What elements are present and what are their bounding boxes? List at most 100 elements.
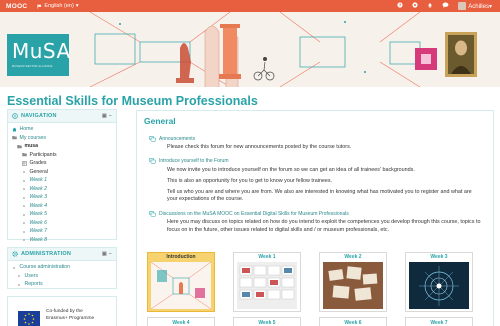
nav-item[interactable]: Week 1 xyxy=(12,176,112,185)
dock-icon[interactable]: ▣ xyxy=(102,251,107,257)
forum-link-discussions[interactable]: Discussions on the MuSA MOOC on Essentia… xyxy=(149,211,349,217)
tile-week-3-image xyxy=(409,262,469,309)
navigation-block-header: NAVIGATION ▣ − xyxy=(8,110,116,123)
nav-item[interactable]: My courses xyxy=(12,134,112,143)
tile-week-3[interactable]: Week 3 xyxy=(405,252,473,312)
forum-title-text: Introduce yourself to the Forum xyxy=(159,158,229,164)
banner-illustration xyxy=(0,12,500,87)
nav-item[interactable]: Home xyxy=(12,125,112,134)
flag-icon xyxy=(37,4,42,8)
folder-icon xyxy=(17,144,22,149)
nav-item[interactable]: Week 3 xyxy=(12,193,112,202)
tile-week-6[interactable]: Week 6 xyxy=(319,317,387,326)
home-icon xyxy=(12,127,17,132)
nav-item[interactable]: Week 8 xyxy=(12,236,112,245)
admin-item[interactable]: Course administration xyxy=(12,263,112,272)
user-menu[interactable]: Achilles ▾ xyxy=(458,2,492,10)
nav-item[interactable]: Week 6 xyxy=(12,219,112,228)
nav-label: My courses xyxy=(19,134,47,141)
eu-flag-icon xyxy=(18,311,40,326)
administration-title: ADMINISTRATION xyxy=(21,251,72,257)
funding-line-1: Co-funded by the xyxy=(46,309,83,314)
nav-label: Week 2 xyxy=(29,185,48,192)
help-icon[interactable]: ? xyxy=(397,2,403,10)
nav-item[interactable]: General xyxy=(12,168,112,177)
bullet-icon xyxy=(22,203,27,208)
chat-icon[interactable] xyxy=(442,2,449,10)
nav-item[interactable]: Grades xyxy=(12,159,112,168)
folder-icon xyxy=(12,135,17,140)
tile-week-1-image xyxy=(237,262,297,309)
nav-label: Week 6 xyxy=(29,219,48,226)
nav-item[interactable]: musa xyxy=(12,142,112,151)
forum-paragraph: We now invite you to introduce yourself … xyxy=(167,167,415,173)
bullet-icon xyxy=(22,186,27,191)
forum-link-announcements[interactable]: Announcements xyxy=(149,136,195,142)
logo-text: MuSA xyxy=(12,39,71,63)
navigation-tree: Home My courses musa Participants Grades Gene… xyxy=(8,123,116,248)
site-brand[interactable]: MOOC xyxy=(0,3,27,10)
tile-label: Week 3 xyxy=(430,254,448,260)
forum-title-text: Announcements xyxy=(159,136,196,142)
forum-icon xyxy=(149,136,156,142)
admin-label: Reports xyxy=(24,281,43,287)
folder-icon xyxy=(22,152,27,157)
nav-item[interactable]: Participants xyxy=(12,151,112,160)
course-content: General Announcements Please check this … xyxy=(136,110,494,326)
tile-week-2[interactable]: Week 2 xyxy=(319,252,387,312)
nav-label: General xyxy=(29,168,48,175)
nav-label: Participants xyxy=(29,151,57,158)
top-navbar: MOOC English (en) ▾ ? Achilles ▾ xyxy=(0,0,500,12)
bullet-icon xyxy=(22,169,27,174)
caret-down-icon: ▾ xyxy=(75,3,79,9)
navigation-title: NAVIGATION xyxy=(21,113,57,119)
user-name: Achilles xyxy=(468,3,489,10)
language-menu[interactable]: English (en) ▾ xyxy=(37,3,79,9)
bullet-icon xyxy=(22,212,27,217)
administration-tree: Course administration Users Reports xyxy=(8,261,116,293)
admin-item[interactable]: Users xyxy=(12,272,112,281)
tile-label: Week 5 xyxy=(258,320,276,326)
collapse-icon[interactable]: − xyxy=(109,113,112,119)
tile-introduction[interactable]: Introduction xyxy=(147,252,215,312)
nav-label: Week 7 xyxy=(29,228,48,234)
musa-logo[interactable]: MuSA MUSEUM SECTOR ALLIANCE xyxy=(7,34,71,76)
tile-label: Week 4 xyxy=(172,320,190,326)
bullet-icon xyxy=(22,195,27,200)
forum-description: Please check this forum for new announce… xyxy=(167,144,483,152)
tile-label: Week 2 xyxy=(344,254,362,260)
nav-item[interactable]: Week 5 xyxy=(12,210,112,219)
funding-line-2: Erasmus+ Programme xyxy=(46,316,95,321)
nav-item[interactable]: Week 2 xyxy=(12,185,112,194)
forum-title-text: Discussions on the MuSA MOOC on Essentia… xyxy=(159,211,349,217)
forum-paragraph: Tell us who you are and where you are fr… xyxy=(167,188,472,203)
dock-icon[interactable]: ▣ xyxy=(102,113,107,119)
site-banner: MuSA MUSEUM SECTOR ALLIANCE xyxy=(0,12,500,87)
nav-item[interactable]: Week 4 xyxy=(12,202,112,211)
tile-week-2-image xyxy=(323,262,383,309)
forum-paragraph: This is also an opportunity for you to g… xyxy=(167,177,333,184)
nav-label: Home xyxy=(19,126,34,132)
tile-week-7[interactable]: Week 7 xyxy=(405,317,473,326)
tile-week-1[interactable]: Week 1 xyxy=(233,252,301,312)
grades-icon xyxy=(22,161,27,166)
avatar xyxy=(458,2,467,10)
bullet-icon xyxy=(17,282,22,287)
tile-week-4[interactable]: Week 4 xyxy=(147,317,215,326)
tile-week-5[interactable]: Week 5 xyxy=(233,317,301,326)
language-label: English (en) xyxy=(44,3,74,9)
nav-item[interactable]: Week 7 xyxy=(12,227,112,236)
nav-label: Week 8 xyxy=(29,236,48,243)
forum-link-introduce[interactable]: Introduce yourself to the Forum xyxy=(149,158,228,164)
compass-icon xyxy=(12,113,18,119)
collapse-icon[interactable]: − xyxy=(109,251,112,257)
gear-icon xyxy=(12,251,18,257)
caret-down-icon: ▾ xyxy=(488,3,492,10)
admin-item[interactable]: Reports xyxy=(12,280,112,289)
bell-icon[interactable] xyxy=(427,2,433,10)
settings-icon[interactable] xyxy=(412,2,418,10)
funding-block: Co-funded by the Erasmus+ Programme xyxy=(7,296,117,326)
tile-label: Introduction xyxy=(166,254,196,260)
svg-text:?: ? xyxy=(399,3,402,8)
nav-label: Week 4 xyxy=(29,202,48,209)
